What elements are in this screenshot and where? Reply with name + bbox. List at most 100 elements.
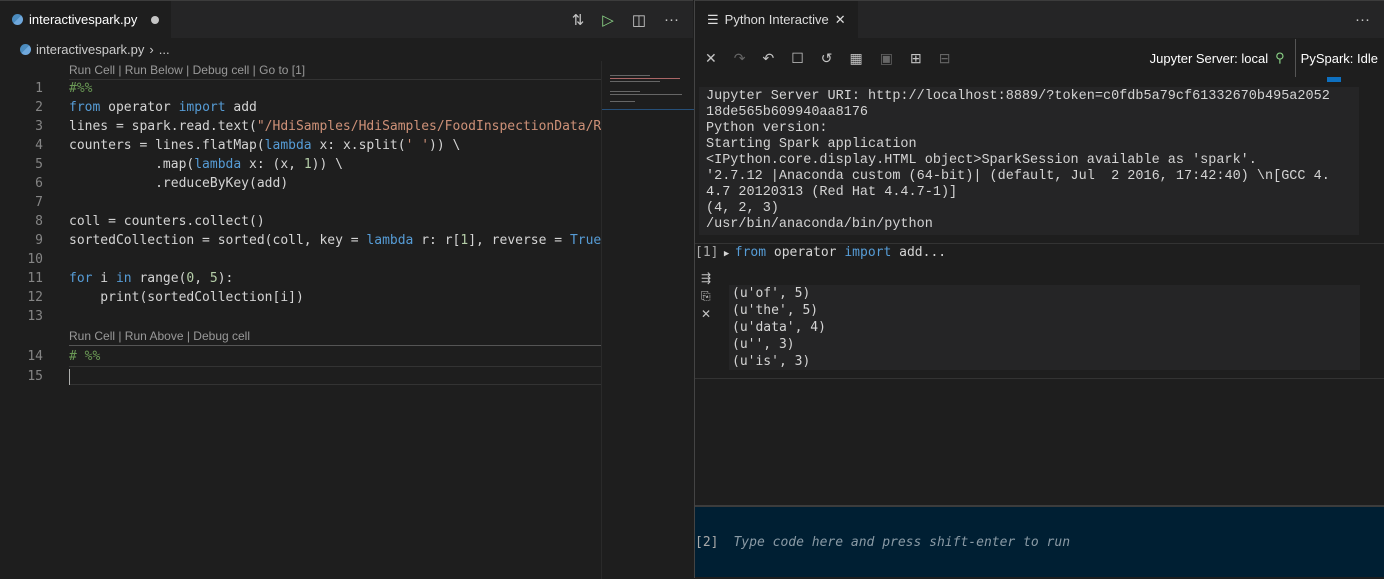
split-editor-icon[interactable]: ◫ <box>632 11 646 29</box>
codelens-cell-1[interactable]: Run Cell | Run Below | Debug cell | Go t… <box>69 63 305 77</box>
code-token: , <box>194 271 210 286</box>
code-token: # %% <box>69 349 101 364</box>
cell-code-text: operator <box>766 245 845 260</box>
goto-code-icon[interactable]: ⇶ <box>701 269 711 287</box>
line-number: 15 <box>27 369 43 384</box>
code-token: 1 <box>303 157 312 172</box>
save-icon[interactable]: ▣ <box>880 50 893 67</box>
line-number: 14 <box>27 349 43 364</box>
redo-icon[interactable]: ↷ <box>734 50 746 67</box>
code-token: range( <box>131 271 187 286</box>
line-number: 12 <box>27 290 43 305</box>
code-line[interactable]: 13 <box>0 307 601 326</box>
run-icon[interactable]: ▷ <box>602 11 614 29</box>
line-number: 4 <box>35 138 43 153</box>
code-token: )) \ <box>311 157 343 172</box>
code-token: print(sortedCollection[i]) <box>69 290 304 305</box>
line-number: 11 <box>27 271 43 286</box>
interactive-tab-bar: ☰ Python Interactive ✕ ··· <box>695 1 1384 38</box>
restart-kernel-icon[interactable]: ↺ <box>821 50 833 67</box>
breadcrumb: interactivespark.py › ... <box>0 38 693 60</box>
expand-cell-icon[interactable]: ▶ <box>718 249 734 259</box>
line-number: 2 <box>35 100 43 115</box>
code-line[interactable]: 14 # %% <box>0 347 601 366</box>
close-tab-icon[interactable]: ✕ <box>835 12 846 28</box>
interrupt-kernel-icon[interactable]: ☐ <box>791 50 804 67</box>
unsaved-dot-icon[interactable] <box>151 15 160 24</box>
line-number: 10 <box>27 252 43 267</box>
code-token: for <box>69 271 93 286</box>
code-token: ): <box>217 271 234 286</box>
codelens-cell-2[interactable]: Run Cell | Run Above | Debug cell <box>69 329 250 343</box>
tab-python-interactive[interactable]: ☰ Python Interactive ✕ <box>695 1 858 38</box>
code-line[interactable]: 10 <box>0 250 601 269</box>
cell-output: (u'of', 5) (u'the', 5) (u'data', 4) (u''… <box>729 285 1360 370</box>
code-input[interactable]: [2] Type code here and press shift-enter… <box>695 505 1384 577</box>
collapse-all-icon[interactable]: ⊟ <box>939 50 951 67</box>
code-line[interactable]: 2 from operator import add <box>0 98 601 117</box>
code-line[interactable]: 5 .map(lambda x: (x, 1)) \ <box>0 155 601 174</box>
tab-label: interactivespark.py <box>29 12 138 27</box>
preview-icon: ☰ <box>707 11 719 27</box>
code-line[interactable]: 15 <box>27 366 601 385</box>
tab-label: Python Interactive <box>724 12 829 27</box>
cell-number: [1] <box>695 245 719 260</box>
code-line[interactable]: 8 coll = counters.collect() <box>0 212 601 231</box>
undo-icon[interactable]: ↶ <box>762 50 774 67</box>
code-token: in <box>115 271 132 286</box>
python-interactive-pane: ☰ Python Interactive ✕ ··· ✕ ↷ ↶ ☐ ↺ ▦ ▣… <box>694 0 1384 578</box>
more-actions-icon[interactable]: ··· <box>1355 11 1370 28</box>
code-token: lambda <box>366 233 414 248</box>
python-file-icon <box>12 14 23 25</box>
code-line[interactable]: 12 print(sortedCollection[i]) <box>0 288 601 307</box>
kernel-status[interactable]: PySpark: Idle <box>1301 51 1378 66</box>
code-line[interactable]: 6 .reduceByKey(add) <box>0 174 601 193</box>
line-number: 6 <box>35 176 43 191</box>
code-token: 1 <box>460 233 469 248</box>
code-token: 5 <box>209 271 218 286</box>
copy-to-input-icon[interactable]: ⎘ <box>701 287 711 305</box>
minimap[interactable] <box>601 61 694 579</box>
compare-changes-icon[interactable]: ⇅ <box>572 11 585 29</box>
code-token: i <box>92 271 116 286</box>
delete-cell-icon[interactable]: ✕ <box>701 305 711 323</box>
code-line[interactable]: 11 for i in range(0, 5): <box>0 269 601 288</box>
cell-code-text: add... <box>891 245 947 260</box>
code-token: sortedCollection = sorted(coll, key = <box>69 233 367 248</box>
python-file-icon <box>20 43 31 55</box>
more-actions-icon[interactable]: ··· <box>664 11 679 28</box>
code-token: operator <box>100 100 179 115</box>
line-number: 3 <box>35 119 43 134</box>
text-cursor <box>69 368 70 385</box>
cell-code-keyword: import <box>844 245 892 260</box>
code-line[interactable]: 9 sortedCollection = sorted(coll, key = l… <box>0 231 609 250</box>
code-token: ], reverse = <box>468 233 570 248</box>
expand-all-icon[interactable]: ⊞ <box>910 50 922 67</box>
clear-all-icon[interactable]: ✕ <box>705 50 717 67</box>
breadcrumb-file[interactable]: interactivespark.py <box>36 42 144 57</box>
line-number: 7 <box>35 195 43 210</box>
code-token: )) \ <box>429 138 461 153</box>
code-token: counters = lines.flatMap( <box>69 138 265 153</box>
code-line[interactable]: 1 #%% <box>0 79 601 98</box>
input-placeholder[interactable]: Type code here and press shift-enter to … <box>733 535 1070 550</box>
code-token: x: (x, <box>241 157 304 172</box>
cell-code-keyword: from <box>734 245 767 260</box>
code-token: .reduceByKey(add) <box>69 176 289 191</box>
connected-icon: ⚲ <box>1275 50 1285 65</box>
scrollbar-thumb[interactable] <box>1327 77 1341 82</box>
variables-icon[interactable]: ▦ <box>850 50 863 67</box>
startup-output: Jupyter Server URI: http://localhost:888… <box>699 87 1359 235</box>
code-token: .map( <box>69 157 195 172</box>
code-line[interactable]: 4 counters = lines.flatMap(lambda x: x.sp… <box>0 136 601 155</box>
code-line[interactable]: 3 lines = spark.read.text("/HdiSamples/Hd… <box>0 117 617 136</box>
tab-interactivespark[interactable]: interactivespark.py <box>0 1 172 38</box>
code-token: x: x.split( <box>311 138 406 153</box>
line-number: 8 <box>35 214 43 229</box>
editor-pane: interactivespark.py ⇅ ▷ ◫ ··· interactiv… <box>0 0 694 579</box>
code-token: lambda <box>264 138 312 153</box>
breadcrumb-symbol[interactable]: ... <box>159 42 170 57</box>
code-token: from <box>69 100 101 115</box>
code-line[interactable]: 7 <box>0 193 601 212</box>
server-status[interactable]: Jupyter Server: local <box>1150 51 1269 66</box>
